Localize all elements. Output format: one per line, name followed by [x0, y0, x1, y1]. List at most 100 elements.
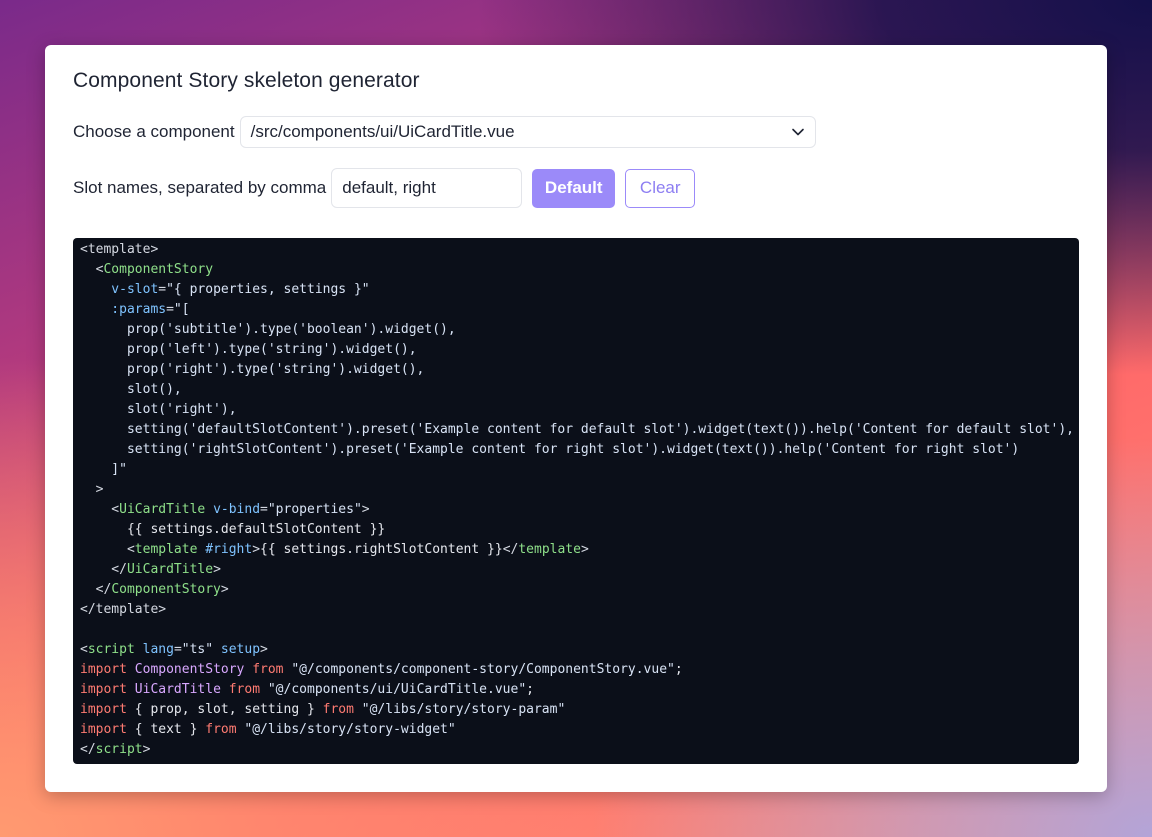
code-line: import ComponentStory from "@/components… — [80, 660, 1072, 680]
slot-names-label: Slot names, separated by comma — [73, 178, 327, 197]
component-picker-row: Choose a component /src/components/ui/Ui… — [73, 116, 1079, 148]
code-token: v-bind — [213, 502, 261, 517]
page-title: Component Story skeleton generator — [73, 69, 420, 92]
code-token: ComponentStory — [103, 262, 214, 277]
chevron-down-icon — [791, 128, 804, 136]
code-token: setting('rightSlotContent').preset('Exam… — [80, 442, 1020, 457]
code-token: > — [260, 642, 268, 657]
slot-names-input[interactable] — [331, 168, 523, 208]
code-token: UiCardTitle — [134, 682, 221, 697]
code-token: lang — [142, 642, 174, 657]
code-line: </script> — [80, 740, 1072, 760]
code-token: "@/components/component-story/ComponentS… — [291, 662, 675, 677]
code-token: setting('defaultSlotContent').preset('Ex… — [80, 422, 1074, 437]
code-line: import { text } from "@/libs/story/story… — [80, 720, 1072, 740]
code-token: { prop, slot, setting } — [126, 702, 323, 717]
code-line: prop('left').type('string').widget(), — [80, 340, 1072, 360]
code-line: {{ settings.defaultSlotContent }} — [80, 520, 1072, 540]
slot-names-row: Slot names, separated by comma Default C… — [73, 168, 1079, 208]
code-line: <ComponentStory — [80, 260, 1072, 280]
default-button[interactable]: Default — [532, 168, 616, 208]
code-token: setup — [220, 642, 261, 657]
code-output: <template> <ComponentStory v-slot="{ pro… — [73, 238, 1079, 764]
code-line: <script lang="ts" setup> — [80, 640, 1072, 660]
component-select-value: /src/components/ui/UiCardTitle.vue — [250, 122, 515, 141]
code-token: > — [213, 562, 221, 577]
code-token: import — [80, 682, 127, 697]
code-token: </ — [80, 742, 96, 757]
code-token: prop('right').type('string').widget(), — [80, 362, 425, 377]
code-token: from — [322, 702, 354, 717]
code-token: :params — [80, 302, 167, 317]
code-token: slot('right'), — [80, 402, 237, 417]
code-line: <template> — [80, 240, 1072, 260]
code-line: <template #right>{{ settings.rightSlotCo… — [80, 540, 1072, 560]
code-token: "[ — [173, 302, 190, 317]
code-line: setting('defaultSlotContent').preset('Ex… — [80, 420, 1074, 440]
code-token: ; — [674, 662, 683, 677]
code-token: = — [158, 282, 167, 297]
code-line: prop('subtitle').type('boolean').widget(… — [80, 320, 1072, 340]
code-line: </UiCardTitle> — [80, 560, 1072, 580]
code-line: v-slot="{ properties, settings }" — [80, 280, 1072, 300]
code-token: from — [252, 662, 284, 677]
code-token: template — [134, 542, 198, 557]
code-token: script — [87, 642, 135, 657]
code-token: > — [252, 542, 261, 557]
code-token: > — [580, 542, 589, 557]
code-token: {{ settings.defaultSlotContent }} — [80, 522, 386, 537]
code-line — [80, 620, 1072, 640]
code-token: ]" — [80, 462, 127, 477]
code-token: </ — [80, 582, 112, 597]
code-line: ]" — [80, 460, 1072, 480]
code-token: prop('left').type('string').widget(), — [80, 342, 417, 357]
code-token: > — [80, 482, 104, 497]
code-token: { text } — [126, 722, 206, 737]
code-token: slot(), — [80, 382, 182, 397]
code-token: import — [80, 722, 127, 737]
code-token: script — [95, 742, 143, 757]
code-token: > — [142, 742, 151, 757]
code-token: import — [80, 702, 127, 717]
code-token: "@/components/ui/UiCardTitle.vue" — [267, 682, 527, 697]
code-token: < — [80, 642, 88, 657]
code-token: </ — [80, 562, 127, 577]
code-token: "@/libs/story/story-widget" — [244, 722, 456, 737]
code-token: </template> — [80, 602, 167, 617]
code-line: prop('right').type('string').widget(), — [80, 360, 1072, 380]
code-token: {{ settings.rightSlotContent }} — [260, 542, 503, 557]
code-token: = — [173, 642, 182, 657]
code-token: ComponentStory — [134, 662, 245, 677]
code-token: < — [80, 262, 104, 277]
code-token: "{ properties, settings }" — [166, 282, 370, 297]
code-line: > — [80, 480, 1072, 500]
code-block: <template> <ComponentStory v-slot="{ pro… — [80, 240, 1074, 760]
code-token: import — [80, 662, 127, 677]
code-token: = — [260, 502, 268, 517]
code-token: < — [80, 542, 135, 557]
code-token: from — [228, 682, 261, 697]
clear-button[interactable]: Clear — [625, 168, 696, 208]
code-token: > — [220, 582, 229, 597]
component-picker-label: Choose a component — [73, 122, 235, 141]
code-line: </template> — [80, 600, 1072, 620]
code-token: > — [361, 502, 370, 517]
code-token: < — [80, 502, 120, 517]
code-token: UiCardTitle — [119, 502, 206, 517]
code-token: <template> — [80, 242, 159, 257]
code-token: prop('subtitle').type('boolean').widget(… — [80, 322, 456, 337]
component-select[interactable]: /src/components/ui/UiCardTitle.vue — [239, 116, 816, 148]
code-line: slot('right'), — [80, 400, 1072, 420]
code-token: "ts" — [181, 642, 214, 657]
code-line: <UiCardTitle v-bind="properties"> — [80, 500, 1072, 520]
code-line: </ComponentStory> — [80, 580, 1072, 600]
code-token: #right — [205, 542, 253, 557]
